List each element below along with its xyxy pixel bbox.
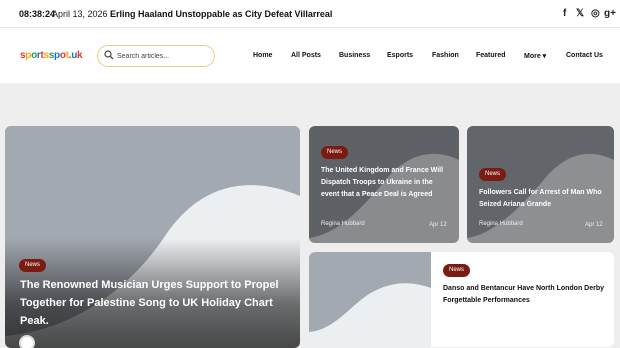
featured-article-card[interactable]: News The Renowned Musician Urges Support…	[5, 126, 300, 348]
author-avatar	[19, 335, 35, 348]
top-bar: 08:38:24 April 13, 2026 Erling Haaland U…	[0, 0, 620, 28]
article-title[interactable]: The United Kingdom and France Will Dispa…	[321, 165, 451, 201]
category-badge[interactable]: News	[443, 264, 471, 277]
category-badge[interactable]: News	[321, 146, 349, 159]
nav-home[interactable]: Home	[253, 52, 272, 59]
article-author[interactable]: Regina Hubbard	[321, 221, 365, 227]
site-logo[interactable]: sportsspot.uk	[20, 50, 83, 61]
article-author[interactable]: Regina Hubbard	[479, 221, 523, 227]
nav-fashion[interactable]: Fashion	[432, 52, 459, 59]
featured-article-title[interactable]: The Renowned Musician Urges Support to P…	[20, 276, 290, 330]
search-icon	[104, 50, 114, 60]
current-date: April 13, 2026	[52, 9, 108, 19]
nav-business[interactable]: Business	[339, 52, 370, 59]
article-card-bottom[interactable]: News Danso and Bentancur Have North Lond…	[309, 252, 614, 347]
image-placeholder-icon	[309, 252, 431, 347]
article-title[interactable]: Followers Call for Arrest of Man Who Sei…	[479, 187, 609, 211]
article-date: Apr 12	[429, 222, 447, 228]
article-date: Apr 12	[585, 222, 603, 228]
breaking-news-ticker[interactable]: Erling Haaland Unstoppable as City Defea…	[110, 9, 332, 19]
twitter-icon[interactable]: 𝕏	[576, 8, 584, 19]
nav-featured[interactable]: Featured	[476, 52, 506, 59]
nav-contact-us[interactable]: Contact Us	[566, 52, 603, 59]
site-header: sportsspot.uk Home All Posts Business Es…	[0, 28, 620, 83]
clock-time: 08:38:24	[19, 9, 56, 19]
nav-more-dropdown[interactable]: More ▾	[524, 52, 546, 60]
search-input[interactable]	[117, 49, 211, 63]
search-box[interactable]	[97, 45, 215, 67]
instagram-icon[interactable]: ◎	[591, 8, 600, 19]
facebook-icon[interactable]: f	[563, 8, 566, 19]
nav-esports[interactable]: Esports	[387, 52, 413, 59]
category-badge[interactable]: News	[479, 168, 507, 181]
google-plus-icon[interactable]: g+	[604, 8, 616, 19]
article-title[interactable]: Danso and Bentancur Have North London De…	[443, 283, 608, 307]
category-badge[interactable]: News	[19, 259, 47, 272]
nav-all-posts[interactable]: All Posts	[291, 52, 321, 59]
article-card-middle[interactable]: News The United Kingdom and France Will …	[309, 126, 459, 243]
article-card-right[interactable]: News Followers Call for Arrest of Man Wh…	[467, 126, 614, 243]
logo-text: sportsspot.uk	[20, 50, 83, 61]
